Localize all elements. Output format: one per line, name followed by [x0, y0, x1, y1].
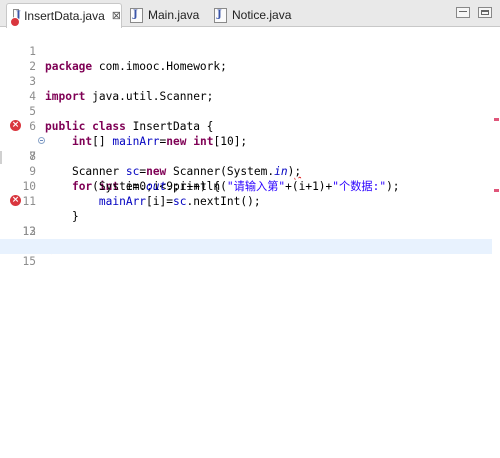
code-line[interactable]: 8 for(int i=0;i<9;i++) {	[0, 134, 492, 193]
code-line[interactable]: 6 int[] mainArr=new int[10];	[0, 104, 492, 148]
fold-collapse-icon[interactable]	[38, 137, 45, 144]
code-line[interactable]: 10 mainArr[i]=sc.nextInt();	[0, 164, 492, 208]
tab-insertdata-java[interactable]: J InsertData.java ⊠	[6, 3, 122, 28]
close-tab-icon[interactable]: ⊠	[112, 10, 121, 22]
code-line[interactable]: 11 }	[0, 179, 492, 223]
line-number: 15	[22, 255, 36, 268]
minimize-icon[interactable]	[456, 7, 470, 18]
code-line[interactable]: × 7 Scanner sc=new Scanner(System.in);	[0, 119, 492, 178]
error-marker-icon[interactable]: ×	[10, 120, 21, 131]
code-line[interactable]: 1 package com.imooc.Homework;	[0, 29, 492, 73]
tab-label: Notice.java	[232, 8, 292, 22]
java-file-icon: J	[214, 7, 227, 23]
editor-tab-bar: J InsertData.java ⊠ J Main.java J Notice…	[0, 0, 500, 28]
maximize-icon[interactable]	[478, 7, 492, 18]
code-line[interactable]: 13	[0, 209, 492, 238]
code-line[interactable]: 2	[0, 44, 492, 73]
error-badge-icon	[10, 16, 20, 27]
tab-label: InsertData.java	[24, 9, 105, 23]
tab-notice-java[interactable]: J Notice.java	[208, 3, 308, 27]
java-file-icon: J	[10, 8, 21, 27]
code-line[interactable]: 9 System.out.println("请输入第"+(i+1)+"个数据:"…	[0, 149, 492, 193]
tab-main-java[interactable]: J Main.java	[124, 3, 212, 27]
java-file-icon: J	[130, 7, 143, 23]
code-line[interactable]: 5 public class InsertData {	[0, 89, 492, 133]
error-marker-icon[interactable]: ×	[10, 195, 21, 206]
window-controls	[456, 7, 492, 18]
overview-error-marker[interactable]	[494, 118, 499, 121]
overview-error-marker[interactable]	[494, 189, 499, 192]
code-line[interactable]: 15	[0, 239, 492, 268]
code-editor[interactable]: 1 package com.imooc.Homework; 2 3 import…	[0, 27, 500, 458]
code-line[interactable]: 14	[0, 224, 492, 253]
code-line[interactable]: × 12 }	[0, 194, 492, 253]
tab-label: Main.java	[148, 8, 200, 22]
code-line[interactable]: 4	[0, 74, 492, 103]
code-line[interactable]: 3 import java.util.Scanner;	[0, 59, 492, 103]
